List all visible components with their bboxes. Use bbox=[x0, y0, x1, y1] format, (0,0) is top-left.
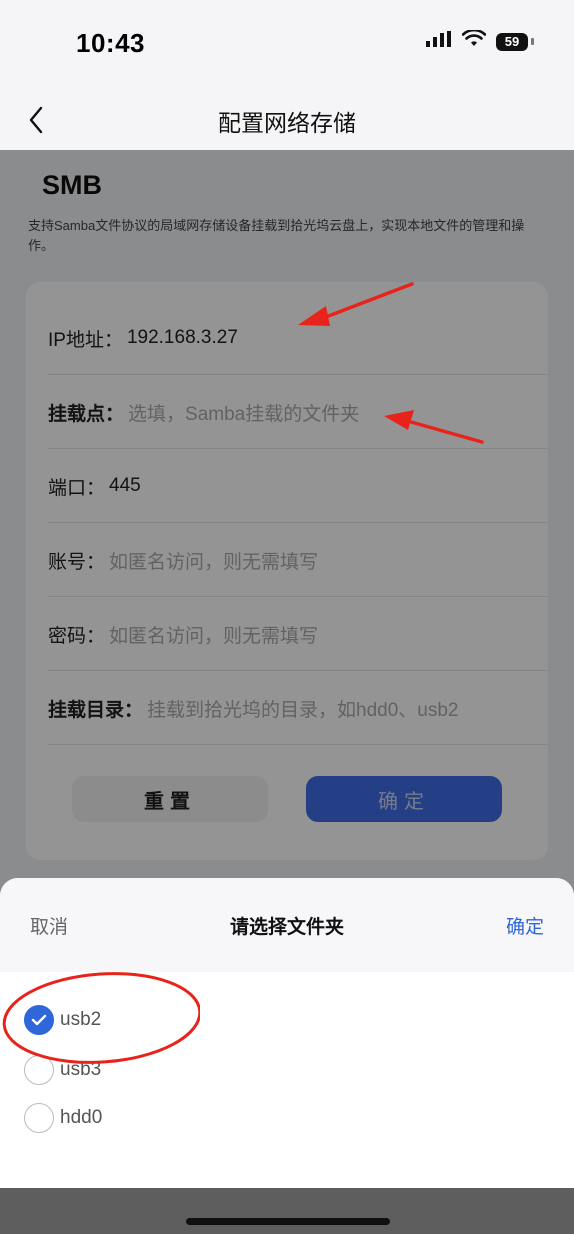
battery-icon: 59 bbox=[496, 32, 528, 51]
highlight-ellipse bbox=[2, 972, 200, 1064]
home-indicator[interactable] bbox=[186, 1218, 390, 1225]
radio-icon[interactable] bbox=[24, 1103, 54, 1133]
folder-option-hdd0[interactable]: hdd0 bbox=[24, 1100, 102, 1136]
sheet-header: 取消 请选择文件夹 确定 bbox=[0, 878, 574, 972]
sheet-title: 请选择文件夹 bbox=[229, 917, 344, 938]
battery-tip bbox=[531, 38, 534, 45]
home-indicator-area bbox=[0, 1188, 574, 1234]
status-time: 10:43 bbox=[76, 28, 145, 58]
sheet-confirm-button[interactable]: 确定 bbox=[506, 912, 544, 939]
navigation-bar: 配置网络存储 bbox=[0, 90, 574, 150]
wifi-icon bbox=[461, 28, 487, 53]
signal-icon bbox=[426, 31, 452, 52]
folder-option-label: hdd0 bbox=[60, 1107, 103, 1128]
status-bar: 10:43 59 bbox=[0, 0, 574, 90]
page-title: 配置网络存储 bbox=[218, 110, 356, 136]
status-icons: 59 bbox=[426, 28, 534, 53]
